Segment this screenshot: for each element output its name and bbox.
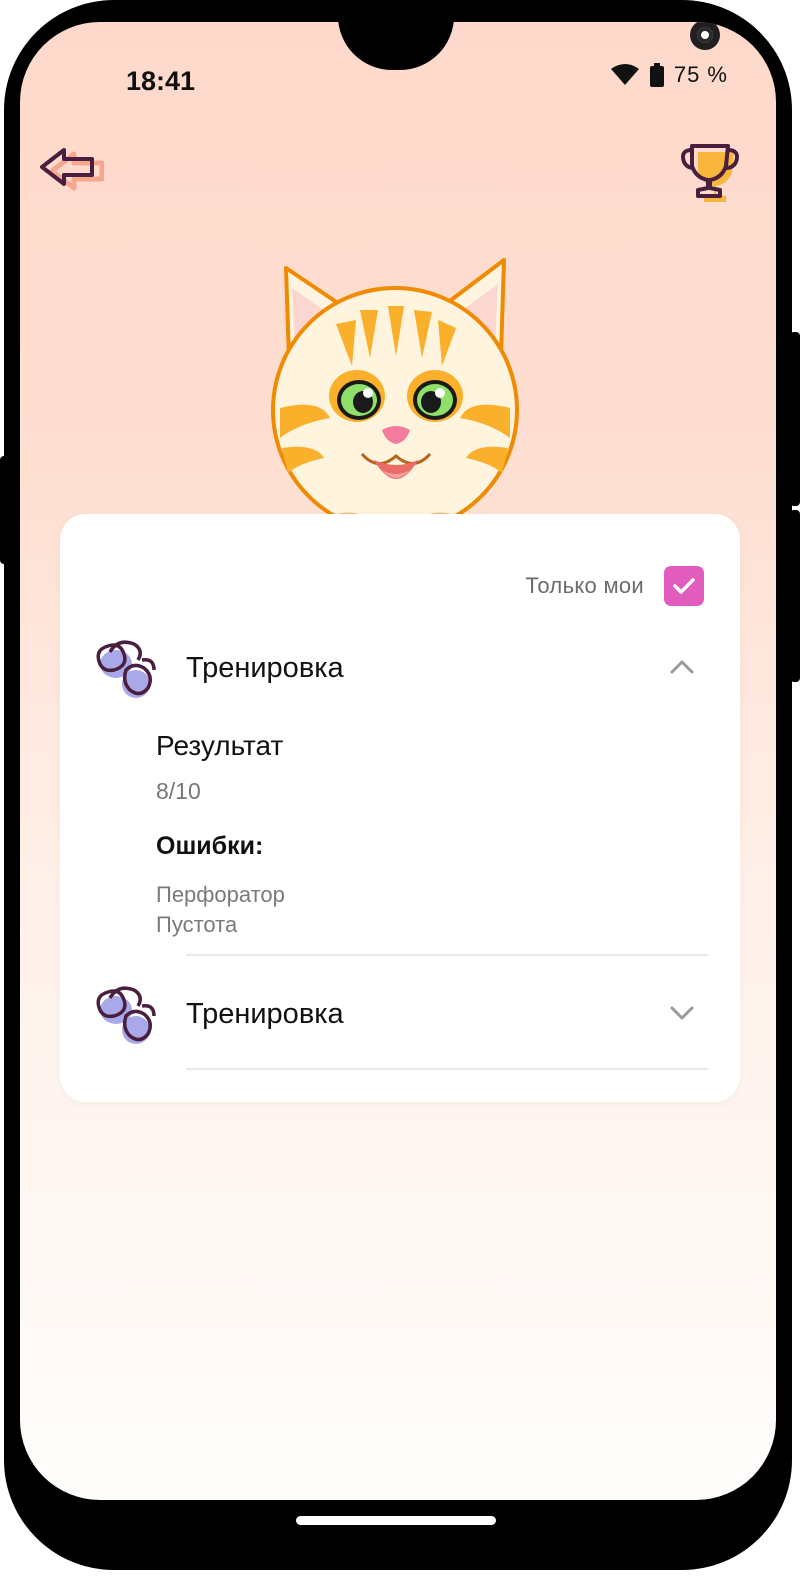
chevron-up-icon[interactable] — [668, 656, 696, 676]
wifi-icon — [610, 64, 639, 85]
home-indicator[interactable] — [296, 1516, 496, 1525]
results-card: Только мои Тренировка Результат 8/10 Оши… — [60, 514, 740, 1102]
error-item: Перфоратор — [156, 882, 285, 907]
paw-prints-icon — [96, 986, 156, 1044]
divider — [186, 1068, 708, 1070]
result-label: Результат — [156, 730, 284, 761]
trophy-icon — [681, 144, 739, 202]
status-icons: 75 % — [610, 62, 728, 88]
volume-button — [0, 456, 10, 564]
only-mine-label: Только мои — [525, 573, 644, 598]
status-time: 18:41 — [126, 66, 196, 96]
list-item[interactable]: Тренировка — [60, 960, 740, 1070]
battery-icon — [649, 63, 664, 87]
error-item: Пустота — [156, 912, 238, 937]
battery-percent: 75 % — [673, 62, 728, 87]
only-mine-checkbox[interactable] — [664, 566, 704, 606]
notch — [338, 22, 720, 70]
paw-prints-icon — [96, 640, 156, 698]
back-button[interactable] — [34, 140, 105, 196]
errors-label: Ошибки: — [156, 832, 264, 860]
only-mine-filter[interactable]: Только мои — [525, 566, 704, 606]
item-title: Тренировка — [186, 652, 344, 684]
app-screen: 18:41 75 % Только мои Тренировка Результ… — [20, 22, 776, 1500]
chevron-down-icon[interactable] — [668, 1002, 696, 1022]
side-button — [790, 510, 800, 682]
cat-mascot — [271, 258, 519, 538]
trophy-button[interactable] — [678, 138, 750, 208]
camera — [690, 22, 720, 50]
check-icon — [673, 578, 695, 594]
item-title: Тренировка — [186, 998, 344, 1030]
back-arrow-icon — [40, 148, 105, 191]
power-button — [790, 332, 800, 506]
result-value: 8/10 — [156, 778, 201, 804]
divider — [186, 954, 708, 956]
